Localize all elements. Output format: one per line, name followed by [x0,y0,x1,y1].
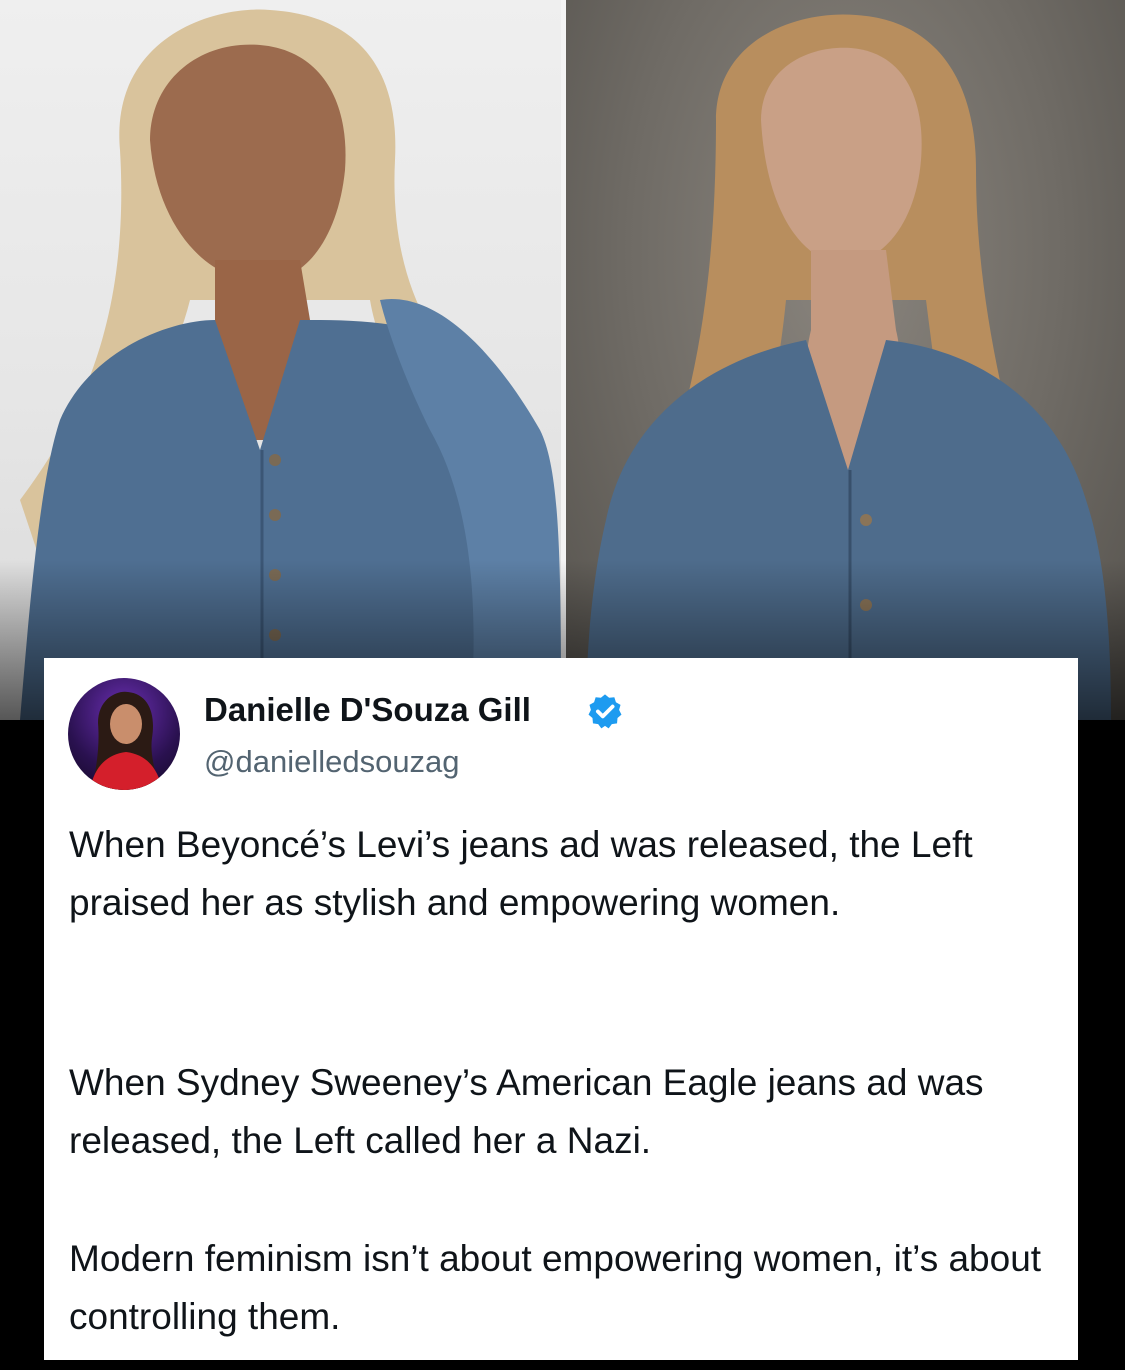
profile-photo-avatar-icon [90,691,162,790]
tweet-paragraph: When Sydney Sweeney’s American Eagle jea… [69,1062,984,1161]
author-name[interactable]: Danielle D'Souza Gill [204,691,531,729]
author-avatar[interactable] [68,678,180,790]
tweet-card: Danielle D'Souza Gill @danielledsouzag W… [44,658,1078,1360]
author-handle[interactable]: @danielledsouzag [204,744,460,780]
tweet-paragraph: When Beyoncé’s Levi’s jeans ad was relea… [69,824,973,923]
post-image: { "photos": { "left": {"icon": "portrait… [0,0,1125,1370]
verified-badge-icon [588,694,622,729]
tweet-paragraph: Modern feminism isn’t about empowering w… [69,1238,1042,1337]
